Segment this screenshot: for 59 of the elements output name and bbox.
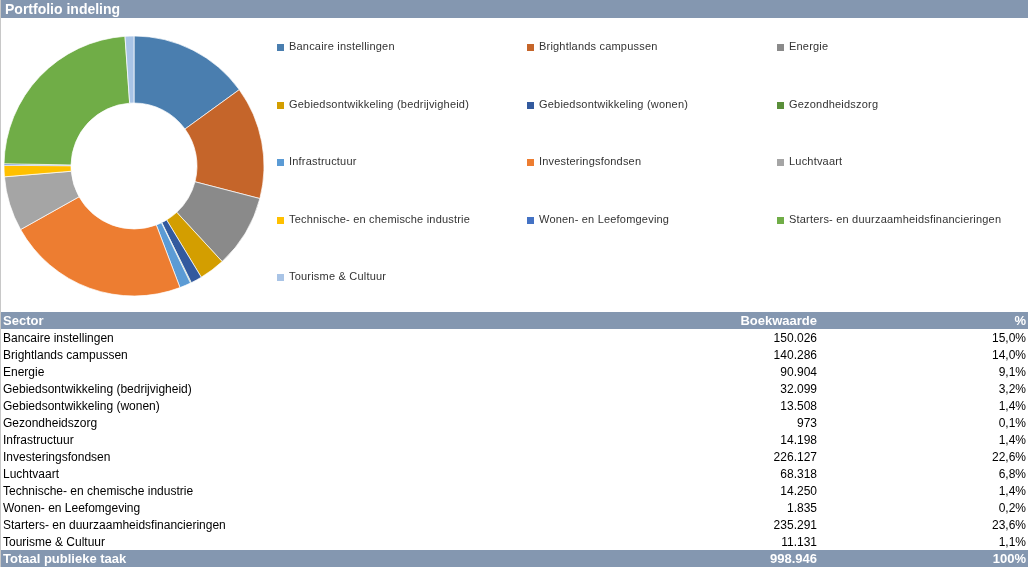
table-cell-text: Infrastructuur <box>2 431 75 448</box>
legend-label: Starters- en duurzaamheidsfinancieringen <box>789 212 1002 225</box>
table-cell-text: Gebiedsontwikkeling (bedrijvigheid) <box>2 380 193 397</box>
table-cell: 1,1% <box>819 533 1028 550</box>
table-cell-text: 0,2% <box>997 499 1027 516</box>
legend-label: Wonen- en Leefomgeving <box>539 212 670 225</box>
table-cell-text: 235.291 <box>772 516 818 533</box>
table-cell-text: Gebiedsontwikkeling (wonen) <box>2 397 161 414</box>
table-cell-text: Starters- en duurzaamheidsfinancieringen <box>2 516 227 533</box>
total-cell: Totaal publieke taak <box>1 550 711 567</box>
table-cell-text: 0,1% <box>997 414 1027 431</box>
table-cell-text: 1,4% <box>997 431 1027 448</box>
table-cell-text: 1,4% <box>997 482 1027 499</box>
table-cell-text: 9,1% <box>997 363 1027 380</box>
table-cell-text: 90.904 <box>779 363 818 380</box>
legend-label: Energie <box>789 40 829 52</box>
table-cell-text: 140.286 <box>772 346 818 363</box>
table-cell-text: 14.198 <box>779 431 818 448</box>
column-header: Sector <box>1 312 711 329</box>
table-cell-text: 14.250 <box>779 482 818 499</box>
legend-label: Gebiedsontwikkeling (bedrijvigheid) <box>289 97 470 110</box>
table-cell: 11.131 <box>711 533 819 550</box>
table-cell-text: 3,2% <box>997 380 1027 397</box>
table-cell-text: Investeringsfondsen <box>2 448 112 465</box>
table-cell-text: Brightlands campussen <box>2 346 129 363</box>
legend-label: Gebiedsontwikkeling (wonen) <box>539 97 689 110</box>
table-cell: Tourisme & Cultuur <box>1 533 711 550</box>
table-cell-text: Gezondheidszorg <box>2 414 99 431</box>
table-cell-text: 1,4% <box>997 397 1027 414</box>
legend-label: Bancaire instellingen <box>289 40 395 52</box>
legend-label: Investeringsfondsen <box>539 155 642 167</box>
legend-label: Brightlands campussen <box>539 40 658 52</box>
legend-label: Technische- en chemische industrie <box>289 212 471 225</box>
table-cell-text: 13.508 <box>779 397 818 414</box>
table-cell-text: 973 <box>795 414 818 431</box>
legend-label: Infrastructuur <box>289 155 357 167</box>
legend-label: Tourisme & Cultuur <box>289 270 387 282</box>
total-cell: 998.946 <box>711 550 819 567</box>
table-cell-text: Wonen- en Leefomgeving <box>2 499 142 516</box>
column-header: Boekwaarde <box>711 312 819 329</box>
table-cell: 15,0% <box>819 329 1028 346</box>
table-cell-text: 14,0% <box>990 346 1027 363</box>
table-cell-text: 32.099 <box>779 380 818 397</box>
table-cell-text: 1.835 <box>785 499 818 516</box>
legend-label: Gezondheidszorg <box>789 97 879 110</box>
table-cell-text: Luchtvaart <box>2 465 61 482</box>
table-cell: 150.026 <box>711 329 819 346</box>
table-cell-text: 23,6% <box>990 516 1027 533</box>
legend-label: Luchtvaart <box>789 155 843 167</box>
table-cell-text: 22,6% <box>990 448 1027 465</box>
table-cell-text: Technische- en chemische industrie <box>2 482 195 499</box>
table-cell-text: 226.127 <box>772 448 818 465</box>
table-cell-text: 68.318 <box>779 465 818 482</box>
panel-title: Portfolio indeling <box>1 0 1028 18</box>
column-header: % <box>819 312 1028 329</box>
table-cell: Bancaire instellingen <box>1 329 711 346</box>
table-cell-text: Energie <box>2 363 46 380</box>
total-cell: 100% <box>819 550 1028 567</box>
table-cell-text: 6,8% <box>997 465 1027 482</box>
